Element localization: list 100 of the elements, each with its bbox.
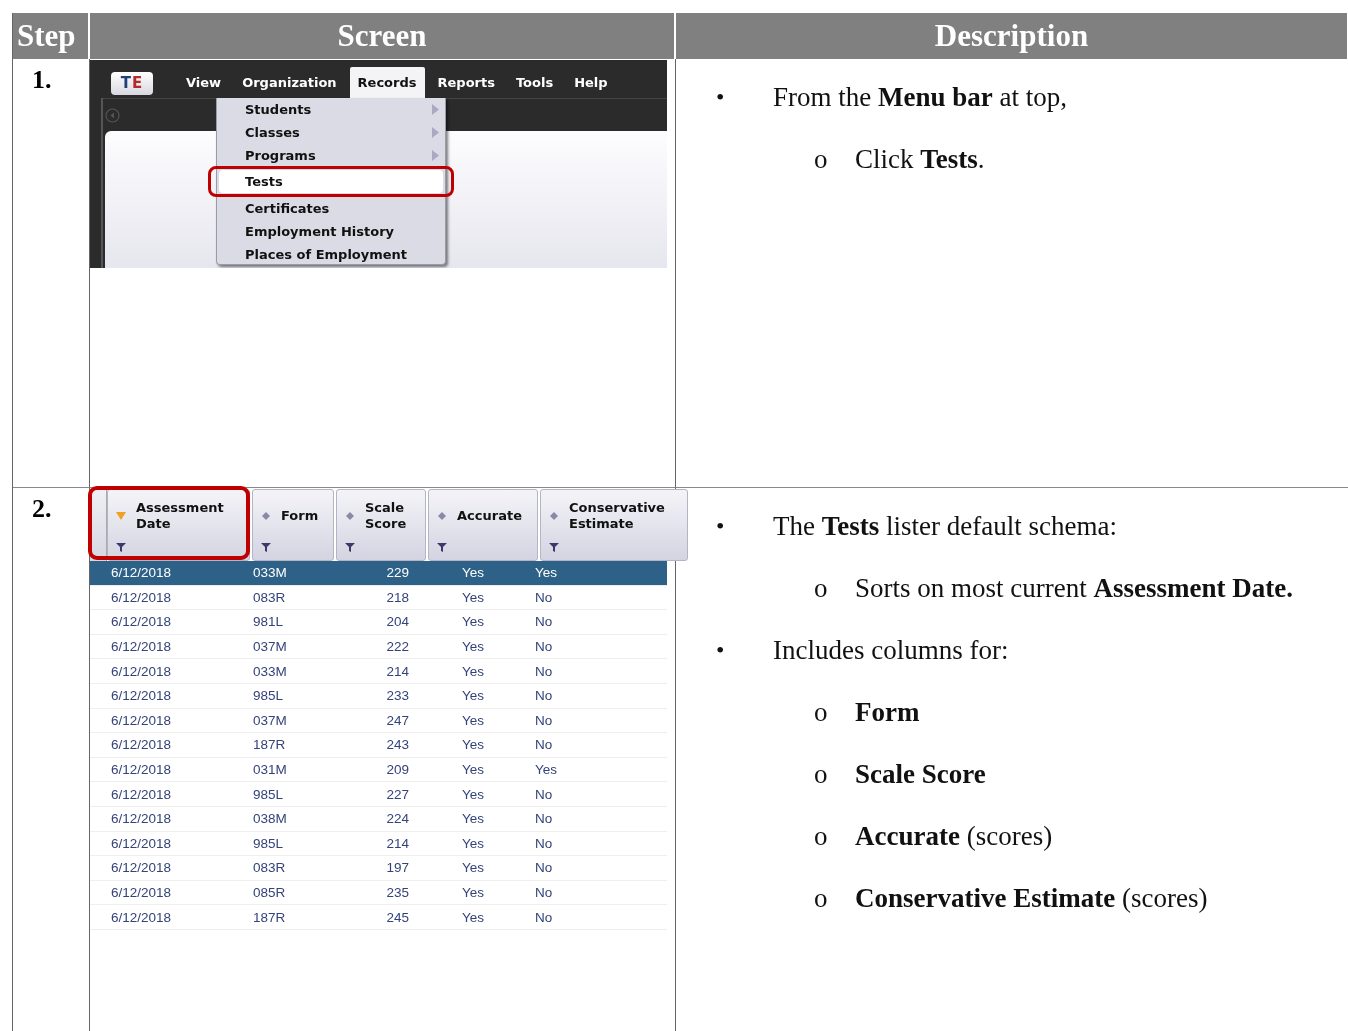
grid-row[interactable]: 6/12/2018 038M 224 Yes No [90,806,667,832]
grid-cell-text: Yes [461,565,486,581]
menu-item[interactable]: Employment History [219,220,443,243]
column-header: Screen [90,13,676,59]
menu-item[interactable]: Help [566,67,616,98]
bullet-marker: • [716,636,726,665]
grid-cell-text: 6/12/2018 [110,737,173,753]
grid-cell-text: 6/12/2018 [110,786,173,802]
grid-cell-text: Yes [461,688,486,704]
grid-row[interactable]: 6/12/2018 033M 229 Yes Yes [90,561,667,586]
grid-cell-text: 985L [252,786,285,802]
sort-icon[interactable] [549,512,559,520]
grid-cell-text: No [534,589,554,605]
grid-column-header[interactable]: Accurate [428,489,538,561]
grid-row[interactable]: 6/12/2018 985L 233 Yes No [90,683,667,709]
grid-cell-text: 204 [385,614,410,630]
column-header: Description [676,13,1348,59]
bullet-marker: • [716,83,726,112]
grid-row[interactable]: 6/12/2018 985L 227 Yes No [90,782,667,807]
menu-item[interactable]: Tools [507,67,562,98]
description-text: From the Menu bar at top, [773,81,1068,114]
grid-cell-text: Yes [461,589,486,605]
menu-item[interactable]: Reports [429,67,503,98]
menu-item[interactable]: Programs [219,144,443,167]
menu-item[interactable]: Students [219,98,443,121]
bullet-marker: o [814,758,829,791]
grid-cell-text: No [534,885,554,900]
grid-column-header[interactable]: Conservative Estimate [540,489,688,561]
bullet-marker: o [814,696,829,729]
menu-item[interactable]: View [178,67,230,98]
menu-item[interactable]: Organization [234,67,345,98]
menu-item[interactable]: Classes [219,121,443,144]
back-icon[interactable] [105,107,120,123]
filter-icon[interactable] [261,542,271,552]
grid-cell-text: 085R [252,885,287,900]
grid-cell-text: 222 [385,639,410,655]
grid-cell-text: No [534,811,554,827]
sort-icon[interactable] [345,512,355,520]
grid-column-header[interactable]: Form [252,489,334,561]
bullet-marker: • [716,512,726,541]
filter-icon[interactable] [116,542,126,552]
grid-row[interactable]: 6/12/2018 985L 214 Yes No [90,831,667,857]
grid-row[interactable]: 6/12/2018 083R 218 Yes No [90,585,667,611]
grid-row[interactable]: 6/12/2018 187R 243 Yes No [90,733,667,758]
grid-cell-text: 985L [252,688,285,704]
grid-cell-text: 6/12/2018 [110,909,173,925]
grid-cell-text: 229 [385,565,410,581]
grid-row[interactable]: 6/12/2018 981L 204 Yes No [90,610,667,635]
grid-cell-text: 235 [385,885,410,900]
sort-icon[interactable] [437,512,447,520]
description-text: Scale Score [855,758,987,791]
column-header: Step [13,13,90,59]
grid-cell-text: 981L [252,614,285,630]
menu-item[interactable]: Tests [219,170,443,193]
grid-row[interactable]: 6/12/2018 187R 245 Yes No [90,905,667,930]
grid-cell-text: 243 [385,737,410,753]
filter-icon[interactable] [437,542,447,552]
grid-cell-text: 6/12/2018 [110,860,173,876]
column-label: Accurate [457,508,523,524]
bullet-marker: o [814,572,829,605]
filter-icon[interactable] [345,542,355,552]
menu-item[interactable]: Records [349,67,425,98]
grid-column-header[interactable]: Scale Score [336,489,426,561]
grid-cell-text: 6/12/2018 [110,565,173,581]
grid-cell-text: 197 [385,860,410,876]
grid-cell-text: 214 [385,663,410,679]
grid-cell-text: 187R [252,909,287,925]
grid-cell-text: Yes [461,737,486,753]
grid-cell-text: Yes [534,762,559,778]
grid-cell-text: 187R [252,737,287,753]
grid-row[interactable]: 6/12/2018 085R 235 Yes No [90,880,667,906]
grid-cell-text: Yes [461,762,486,778]
description-text: Form [855,696,921,729]
column-label: Form [281,508,320,524]
grid-cell-text: No [534,688,554,704]
grid-cell-text: 037M [252,712,288,728]
filter-icon[interactable] [549,542,559,552]
grid-row[interactable]: 6/12/2018 031M 209 Yes Yes [90,757,667,783]
grid-cell-text: 224 [385,811,410,827]
grid-cell-text: Yes [461,663,486,679]
app-logo: TE [111,72,153,95]
grid-cell-text: 218 [385,589,410,605]
grid-cell-text: 033M [252,565,288,581]
grid-row[interactable]: 6/12/2018 037M 247 Yes No [90,708,667,734]
sort-descending-icon[interactable] [116,512,126,520]
grid-row[interactable]: 6/12/2018 033M 214 Yes No [90,659,667,684]
sort-icon[interactable] [261,512,271,520]
grid-cell-text: No [534,786,554,802]
grid-cell-text: 038M [252,811,288,827]
grid-cell-text: Yes [461,835,486,851]
grid-cell-text: 233 [385,688,410,704]
menu-item[interactable]: Certificates [219,197,443,220]
grid-row[interactable]: 6/12/2018 037M 222 Yes No [90,634,667,660]
grid-column-header[interactable]: Assessment Date [107,489,250,561]
description-text: Conservative Estimate (scores) [855,882,1209,915]
grid-cell-text: 245 [385,909,410,925]
grid-cell-text: 985L [252,835,285,851]
bullet-marker: o [814,820,829,853]
menu-item[interactable]: Places of Employment [219,243,443,266]
grid-row[interactable]: 6/12/2018 083R 197 Yes No [90,856,667,881]
